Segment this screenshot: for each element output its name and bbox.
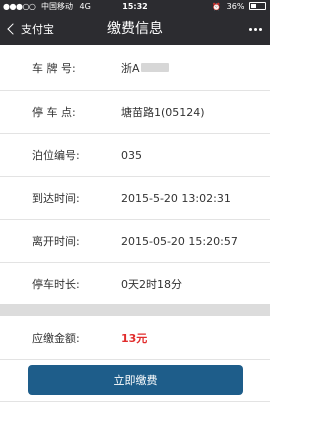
plate-number-row: 车 牌 号: 浙A [0,45,270,91]
nav-bar: 支付宝 缴费信息 [0,13,270,45]
departure-time-label: 离开时间: [32,235,80,248]
parking-duration-value: 0天2时18分 [121,278,182,291]
bottom-divider [0,401,270,402]
status-right: ⏰ 36% [212,0,266,14]
space-number-label: 泊位编号: [32,149,80,162]
battery-icon [249,2,266,10]
plate-redaction-blur [140,63,169,72]
parking-duration-row: 停车时长: 0天2时18分 [0,263,270,306]
space-number-row: 泊位编号: 035 [0,134,270,177]
plate-number-value: 浙A [121,61,140,75]
status-bar: ●●●○○ 中国移动 4G 15:32 ⏰ 36% [0,0,270,13]
payment-info-screen: ●●●○○ 中国移动 4G 15:32 ⏰ 36% 支付宝 缴费信息 车 牌 号… [0,0,270,439]
arrival-time-row: 到达时间: 2015-5-20 13:02:31 [0,177,270,220]
departure-time-value: 2015-05-20 15:20:57 [121,234,238,248]
departure-time-row: 离开时间: 2015-05-20 15:20:57 [0,220,270,263]
parking-location-value: 塘苗路1(05124) [121,106,205,119]
plate-number-label: 车 牌 号: [32,61,76,75]
more-dot [254,27,257,31]
amount-due-label: 应缴金额: [32,331,80,345]
battery-percent: 36% [226,2,245,11]
amount-due-value: 13元 [121,331,148,345]
parking-duration-label: 停车时长: [32,278,80,291]
arrival-time-label: 到达时间: [32,192,80,205]
more-dots-icon[interactable] [249,13,262,45]
pay-now-button[interactable]: 立即缴费 [28,365,243,395]
parking-location-label: 停 车 点: [32,106,76,119]
more-dot [259,27,262,31]
plate-number-value-wrap: 浙A [121,45,169,90]
amount-due-row: 应缴金额: 13元 [0,316,270,360]
battery-fill [251,4,256,8]
section-divider [0,304,270,316]
parking-location-row: 停 车 点: 塘苗路1(05124) [0,91,270,134]
payment-details-list: 车 牌 号: 浙A 停 车 点: 塘苗路1(05124) 泊位编号: 035 到… [0,45,270,306]
arrival-time-value: 2015-5-20 13:02:31 [121,191,231,205]
space-number-value: 035 [121,148,142,162]
page-title: 缴费信息 [107,21,163,37]
alarm-icon: ⏰ [212,3,222,11]
more-dot [249,27,252,31]
